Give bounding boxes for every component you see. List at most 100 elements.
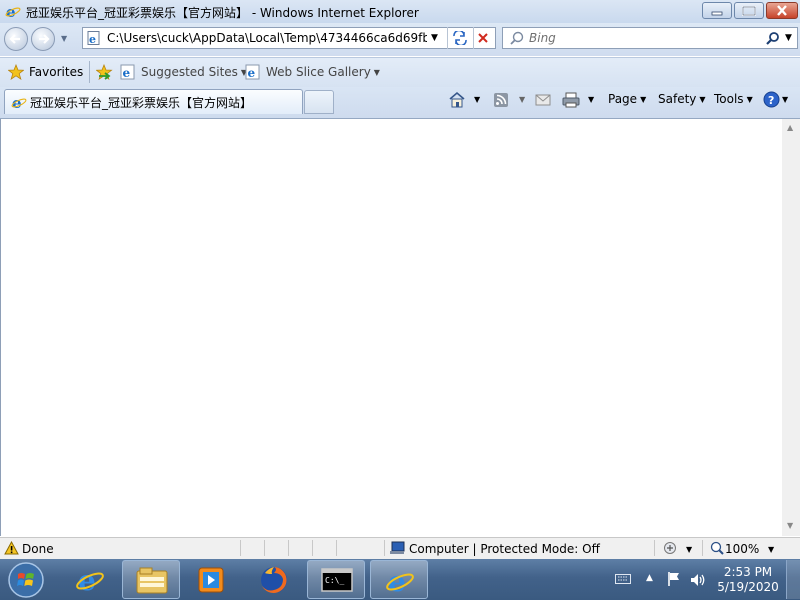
address-divider bbox=[447, 27, 448, 49]
zoom-level[interactable]: 100% bbox=[725, 542, 759, 556]
safety-chevron-icon: ▼ bbox=[699, 95, 706, 104]
protected-mode-icon[interactable] bbox=[662, 541, 680, 555]
page-chevron-icon: ▼ bbox=[640, 95, 647, 104]
scroll-down-icon[interactable]: ▼ bbox=[787, 521, 793, 530]
print-icon[interactable] bbox=[562, 92, 580, 108]
recent-pages-chevron-icon[interactable]: ▼ bbox=[61, 34, 67, 43]
tab-page-icon: e bbox=[11, 94, 27, 110]
taskbar-cmd-button[interactable]: C:\_ bbox=[307, 560, 365, 599]
clock-time: 2:53 PM bbox=[723, 565, 773, 579]
scroll-up-icon[interactable]: ▲ bbox=[787, 123, 793, 132]
web-slice-gallery-label: Web Slice Gallery bbox=[266, 65, 371, 79]
action-center-flag-icon[interactable] bbox=[666, 571, 682, 587]
start-button[interactable] bbox=[6, 561, 46, 599]
print-chevron-icon[interactable]: ▼ bbox=[588, 95, 594, 104]
security-zone-text[interactable]: Computer | Protected Mode: Off bbox=[409, 542, 600, 556]
status-divider bbox=[264, 540, 265, 556]
status-divider bbox=[240, 540, 241, 556]
web-slice-gallery-chevron-icon: ▼ bbox=[373, 68, 380, 77]
status-text: Done bbox=[22, 542, 54, 556]
search-input[interactable]: Bing bbox=[529, 31, 556, 45]
new-tab-button[interactable] bbox=[304, 90, 334, 114]
keyboard-icon[interactable] bbox=[615, 574, 631, 584]
help-icon[interactable]: ? bbox=[763, 91, 780, 108]
feeds-icon[interactable] bbox=[493, 92, 509, 108]
svg-text:e: e bbox=[388, 565, 406, 595]
taskbar-firefox-button[interactable] bbox=[246, 560, 304, 599]
protected-mode-chevron-icon[interactable]: ▼ bbox=[686, 545, 692, 554]
page-menu[interactable]: Page ▼ bbox=[608, 92, 646, 106]
taskbar-ie-window-button[interactable]: e bbox=[370, 560, 428, 599]
web-slice-gallery-link[interactable]: Web Slice Gallery ▼ bbox=[266, 65, 380, 79]
zoom-icon[interactable] bbox=[710, 541, 724, 555]
svg-text:e: e bbox=[78, 564, 96, 594]
favorites-star-icon bbox=[8, 64, 24, 80]
status-divider bbox=[654, 540, 655, 556]
computer-zone-icon bbox=[389, 541, 405, 555]
status-divider bbox=[288, 540, 289, 556]
vertical-scrollbar[interactable]: ▲ ▼ bbox=[782, 119, 800, 536]
clock-date: 5/19/2020 bbox=[717, 580, 779, 594]
system-clock[interactable]: 2:53 PM 5/19/2020 bbox=[712, 565, 784, 595]
address-divider bbox=[473, 27, 474, 49]
read-mail-icon[interactable] bbox=[535, 93, 551, 107]
window-title: 冠亚娱乐平台_冠亚彩票娱乐【官方网站】 - Windows Internet E… bbox=[26, 6, 419, 20]
back-button[interactable] bbox=[4, 27, 28, 51]
favorites-divider bbox=[89, 61, 90, 83]
internet-explorer-icon: e bbox=[385, 565, 415, 595]
svg-text:C:\_: C:\_ bbox=[325, 576, 344, 585]
tools-menu-label: Tools bbox=[714, 92, 744, 106]
tab-label: 冠亚娱乐平台_冠亚彩票娱乐【官方网站】 bbox=[30, 96, 253, 110]
stop-icon[interactable] bbox=[476, 31, 490, 45]
add-to-favorites-icon[interactable] bbox=[96, 64, 114, 80]
svg-text:e: e bbox=[12, 94, 22, 110]
volume-icon[interactable] bbox=[689, 572, 707, 588]
taskbar-media-player-button[interactable] bbox=[183, 560, 241, 599]
tools-menu[interactable]: Tools ▼ bbox=[714, 92, 753, 106]
home-chevron-icon[interactable]: ▼ bbox=[474, 95, 480, 104]
svg-text:e: e bbox=[123, 66, 131, 80]
favorites-button[interactable]: Favorites bbox=[29, 65, 83, 79]
close-button[interactable] bbox=[766, 2, 798, 19]
tools-chevron-icon: ▼ bbox=[746, 95, 753, 104]
search-provider-icon bbox=[509, 31, 525, 45]
safety-menu-label: Safety bbox=[658, 92, 697, 106]
ie-app-icon: e bbox=[5, 3, 21, 19]
forward-button[interactable] bbox=[31, 27, 55, 51]
internet-explorer-icon: e bbox=[75, 564, 105, 594]
feeds-chevron-icon[interactable]: ▼ bbox=[519, 95, 525, 104]
help-chevron-icon[interactable]: ▼ bbox=[782, 95, 788, 104]
svg-text:e: e bbox=[6, 3, 16, 19]
firefox-icon bbox=[259, 565, 289, 595]
search-box[interactable]: Bing ▼ bbox=[502, 27, 798, 49]
suggested-sites-link[interactable]: Suggested Sites ▼ bbox=[141, 65, 247, 79]
tab-active[interactable]: e 冠亚娱乐平台_冠亚彩票娱乐【官方网站】 bbox=[4, 89, 303, 114]
minimize-button[interactable] bbox=[702, 2, 732, 19]
page-content[interactable] bbox=[0, 119, 782, 536]
svg-text:?: ? bbox=[768, 94, 774, 107]
web-slice-gallery-icon: e bbox=[245, 64, 261, 80]
address-bar[interactable]: e C:\Users\cuck\AppData\Local\Temp\47344… bbox=[82, 27, 496, 49]
page-menu-label: Page bbox=[608, 92, 638, 106]
safety-menu[interactable]: Safety ▼ bbox=[658, 92, 706, 106]
zoom-chevron-icon[interactable]: ▼ bbox=[768, 545, 774, 554]
media-player-icon bbox=[198, 566, 226, 594]
status-divider bbox=[384, 540, 385, 556]
command-prompt-icon: C:\_ bbox=[321, 568, 353, 592]
search-icon[interactable] bbox=[765, 31, 781, 45]
maximize-button[interactable] bbox=[734, 2, 764, 19]
page-icon: e bbox=[87, 31, 101, 45]
show-desktop-button[interactable] bbox=[786, 560, 800, 599]
address-input[interactable]: C:\Users\cuck\AppData\Local\Temp\4734466… bbox=[107, 31, 427, 45]
address-dropdown-icon[interactable]: ▼ bbox=[431, 33, 438, 43]
show-hidden-icons-icon[interactable]: ▲ bbox=[646, 573, 653, 583]
home-icon[interactable] bbox=[448, 91, 466, 108]
svg-text:e: e bbox=[248, 66, 256, 80]
search-options-chevron-icon[interactable]: ▼ bbox=[785, 33, 792, 43]
warning-icon bbox=[4, 541, 19, 555]
suggested-sites-icon: e bbox=[120, 64, 136, 80]
taskbar-ie-button[interactable]: e bbox=[61, 560, 119, 599]
status-divider bbox=[312, 540, 313, 556]
taskbar-explorer-button[interactable] bbox=[122, 560, 180, 599]
compatibility-view-icon[interactable] bbox=[451, 31, 469, 45]
